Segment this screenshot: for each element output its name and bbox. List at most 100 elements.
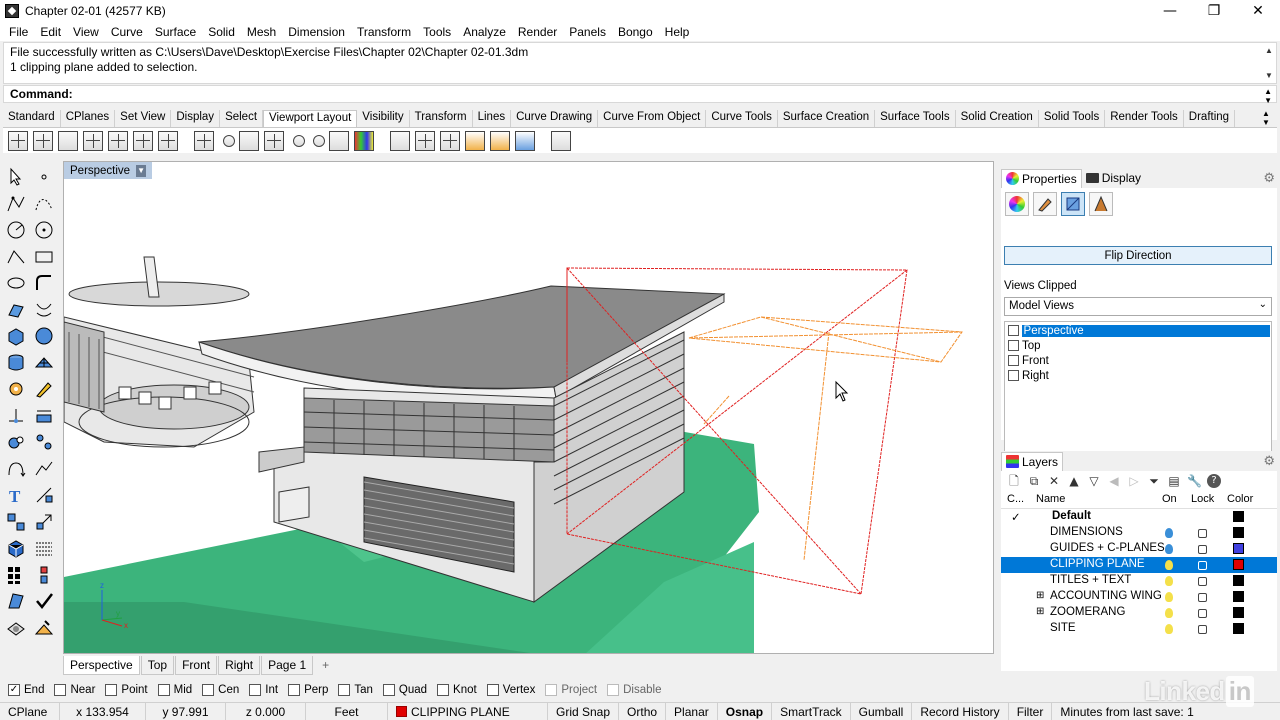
- osnap-cen-checkbox[interactable]: [202, 684, 215, 696]
- page-layout-icon[interactable]: [415, 130, 435, 151]
- layer-color-swatch[interactable]: [1233, 607, 1244, 618]
- osnap-disable-checkbox[interactable]: [607, 684, 620, 696]
- flip-direction-button[interactable]: Flip Direction: [1004, 246, 1272, 265]
- layer-color-swatch[interactable]: [1233, 575, 1244, 586]
- export-icon[interactable]: [490, 130, 510, 151]
- texture-mapping-icon[interactable]: [1089, 192, 1113, 216]
- layers-gear-icon[interactable]: ⚙: [1263, 454, 1275, 469]
- add-viewport-tab-icon[interactable]: +: [314, 656, 337, 674]
- sphere-icon[interactable]: [33, 325, 55, 347]
- tab-surface-tools[interactable]: Surface Tools: [875, 110, 956, 127]
- trim-icon[interactable]: [5, 405, 27, 427]
- layer-color-swatch[interactable]: [1233, 527, 1244, 538]
- dot-icon[interactable]: [293, 134, 305, 147]
- split-horizontal-icon[interactable]: [133, 130, 153, 151]
- gear-tool-icon[interactable]: [5, 378, 27, 400]
- fillet-icon[interactable]: [33, 272, 55, 294]
- status-smarttrack[interactable]: SmartTrack: [772, 702, 851, 720]
- menu-solid[interactable]: Solid: [202, 25, 241, 39]
- tab-curve-from-object[interactable]: Curve From Object: [598, 110, 707, 127]
- status-units[interactable]: Feet: [306, 702, 388, 720]
- delete-layer-icon[interactable]: ✕: [1047, 474, 1061, 488]
- osnap-mid-checkbox[interactable]: [157, 684, 170, 696]
- viewport-tab-page-1[interactable]: Page 1: [261, 655, 314, 675]
- tab-layers[interactable]: Layers: [1001, 451, 1064, 471]
- split-vertical-icon[interactable]: [158, 130, 178, 151]
- osnap-cen[interactable]: Cen: [202, 684, 239, 696]
- explode-icon[interactable]: [33, 431, 55, 453]
- perspective-viewport[interactable]: Perspective ▼ z y x: [63, 161, 994, 654]
- command-history-scrollbar[interactable]: ▲ ▼: [1262, 43, 1276, 83]
- osnap-project[interactable]: Project: [545, 684, 597, 696]
- menu-view[interactable]: View: [67, 25, 105, 39]
- view-right-checkbox[interactable]: [1008, 370, 1019, 381]
- menu-render[interactable]: Render: [512, 25, 563, 39]
- layer-color-swatch[interactable]: [1233, 591, 1244, 602]
- array-icon[interactable]: [5, 511, 27, 533]
- circle-icon[interactable]: [5, 219, 27, 241]
- viewport-tiles-icon[interactable]: [108, 130, 128, 151]
- analyze-icon[interactable]: [5, 590, 27, 612]
- viewport-tab-top[interactable]: Top: [140, 655, 175, 675]
- status-record-history[interactable]: Record History: [912, 702, 1009, 720]
- layer-unlock-icon[interactable]: [1198, 545, 1207, 554]
- toolbar-tabs-scroll[interactable]: ▲ ▼: [1260, 109, 1272, 127]
- menu-bongo[interactable]: Bongo: [612, 25, 659, 39]
- command-input[interactable]: [82, 86, 1252, 102]
- menu-file[interactable]: File: [3, 25, 34, 39]
- cylinder-icon[interactable]: [5, 352, 27, 374]
- layer-unlock-icon[interactable]: [1198, 529, 1207, 538]
- tab-visibility[interactable]: Visibility: [357, 110, 410, 127]
- menu-analyze[interactable]: Analyze: [457, 25, 512, 39]
- help-icon[interactable]: ?: [1207, 474, 1221, 488]
- tab-display-panel[interactable]: Display: [1082, 169, 1145, 188]
- three-viewports-icon[interactable]: [83, 130, 103, 151]
- layer-unlock-icon[interactable]: [1198, 561, 1207, 570]
- color-display-icon[interactable]: [354, 130, 374, 151]
- layer-color-swatch[interactable]: [1233, 511, 1244, 522]
- osnap-perp-checkbox[interactable]: [288, 684, 301, 696]
- polyline-icon[interactable]: [5, 193, 27, 215]
- move-to-child-icon[interactable]: ▷: [1127, 474, 1141, 488]
- tab-surface-creation[interactable]: Surface Creation: [778, 110, 876, 127]
- menu-help[interactable]: Help: [659, 25, 696, 39]
- distribute-icon[interactable]: [33, 564, 55, 586]
- layer-visibility-bulb-icon[interactable]: [1165, 528, 1173, 538]
- expand-layer-icon[interactable]: ⊞: [1036, 606, 1044, 617]
- box-icon[interactable]: [5, 325, 27, 347]
- maximize-button[interactable]: ❐: [1192, 0, 1236, 22]
- layer-visibility-bulb-icon[interactable]: [1165, 560, 1173, 570]
- scale-icon[interactable]: [33, 511, 55, 533]
- layer-states-icon[interactable]: ▤: [1167, 474, 1181, 488]
- material-brush-icon[interactable]: [1033, 192, 1057, 216]
- osnap-project-checkbox[interactable]: [545, 684, 558, 696]
- osnap-quad[interactable]: Quad: [382, 684, 427, 696]
- viewport-menu-icon[interactable]: ▼: [136, 164, 147, 177]
- column-name[interactable]: Name: [1036, 493, 1065, 505]
- properties-icon[interactable]: [515, 130, 535, 151]
- loft-icon[interactable]: [33, 299, 55, 321]
- tab-display[interactable]: Display: [171, 110, 221, 127]
- column-color[interactable]: Color: [1227, 493, 1253, 505]
- osnap-disable[interactable]: Disable: [607, 684, 661, 696]
- view-top-checkbox[interactable]: [1008, 340, 1019, 351]
- material-icon[interactable]: [33, 617, 55, 639]
- view-perspective-checkbox[interactable]: [1008, 325, 1019, 336]
- tab-select[interactable]: Select: [220, 110, 264, 127]
- tools-icon[interactable]: 🔧: [1187, 474, 1202, 488]
- object-properties-icon[interactable]: [1005, 192, 1029, 216]
- viewport-tab-right[interactable]: Right: [218, 655, 261, 675]
- split-icon[interactable]: [33, 405, 55, 427]
- command-scroll-icon[interactable]: ▲ ▼: [1264, 87, 1272, 105]
- arc-icon[interactable]: [5, 246, 27, 268]
- print-icon[interactable]: [551, 130, 571, 151]
- new-sublayer-icon[interactable]: ⧉: [1027, 474, 1041, 488]
- mesh-icon[interactable]: [33, 352, 55, 374]
- osnap-point[interactable]: Point: [105, 684, 148, 696]
- new-page-icon[interactable]: [390, 130, 410, 151]
- expand-layer-icon[interactable]: ⊞: [1036, 590, 1044, 601]
- single-viewport-icon[interactable]: [58, 130, 78, 151]
- checkmark-icon[interactable]: [33, 590, 55, 612]
- view-item-front[interactable]: Front: [1006, 353, 1270, 368]
- tab-solid-creation[interactable]: Solid Creation: [956, 110, 1039, 127]
